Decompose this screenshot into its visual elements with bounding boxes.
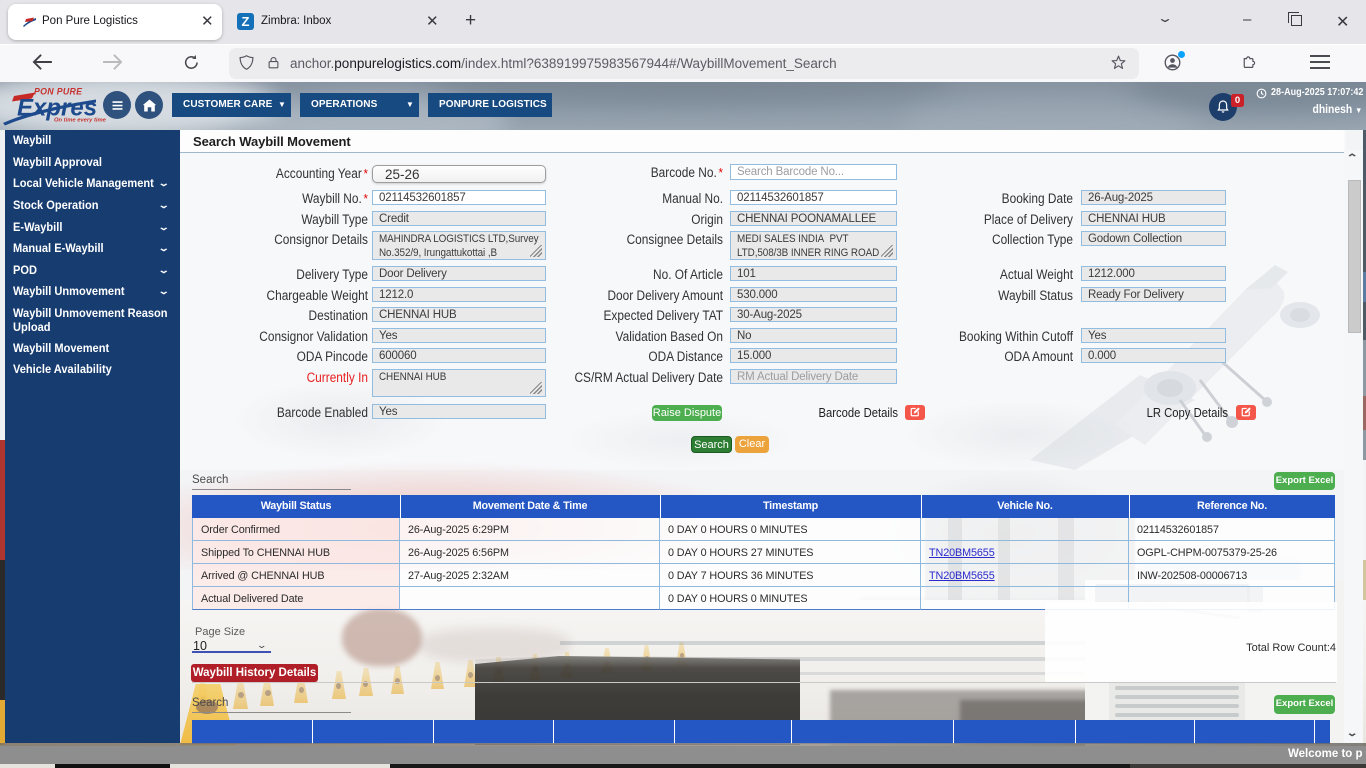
svg-text:On time every time: On time every time (54, 118, 107, 124)
